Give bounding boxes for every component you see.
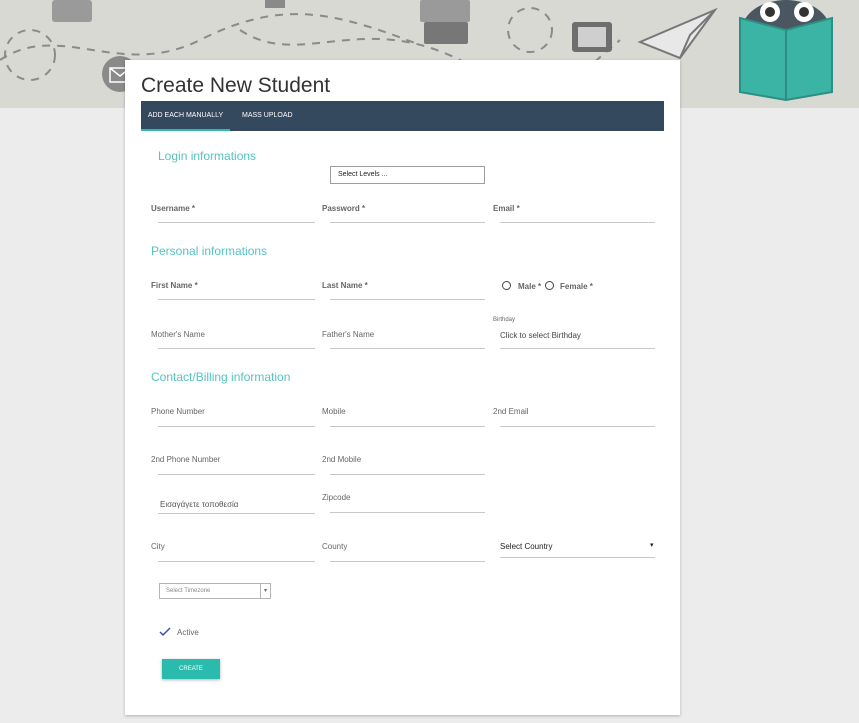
section-login-title: Login informations [158,149,257,163]
phone-input[interactable] [158,426,315,427]
country-select[interactable]: Select Country [500,542,552,551]
password-input[interactable] [330,222,485,223]
zipcode-label: Zipcode [322,493,351,502]
tab-bar: ADD EACH MANUALLY MASS UPLOAD [141,101,664,131]
active-checkbox[interactable] [159,625,171,637]
location-underline [158,513,315,514]
location-input[interactable]: Εισαγάγετε τοποθεσία [160,500,238,509]
last-name-input[interactable] [330,299,485,300]
checkmark-icon [159,627,171,637]
birthday-input[interactable]: Click to select Birthday [500,331,581,340]
fathers-name-label: Father's Name [322,330,375,339]
female-label: Female * [560,282,593,291]
levels-select[interactable]: Select Levels ... [330,166,485,184]
timezone-dropdown-arrow-icon: ▾ [260,584,270,598]
mothers-name-label: Mother's Name [151,330,205,339]
country-underline [500,557,655,558]
second-email-label: 2nd Email [493,407,529,416]
create-button[interactable]: CREATE [162,659,220,679]
county-label: County [322,542,348,551]
mothers-name-input[interactable] [158,348,315,349]
second-mobile-input[interactable] [330,474,485,475]
username-input[interactable] [158,222,315,223]
page-title: Create New Student [141,74,331,97]
active-label: Active [177,628,199,637]
mobile-label: Mobile [322,407,346,416]
birthday-underline [500,348,655,349]
second-mobile-label: 2nd Mobile [322,455,362,464]
country-dropdown-arrow-icon: ▾ [650,542,654,549]
tab-add-each-manually[interactable]: ADD EACH MANUALLY [141,101,230,131]
timezone-select-text: Select Timezone [166,588,211,594]
male-label: Male * [518,282,542,291]
last-name-label: Last Name * [322,281,368,290]
county-input[interactable] [330,561,485,562]
fathers-name-input[interactable] [330,348,485,349]
male-radio[interactable] [502,281,511,290]
password-label: Password * [322,204,366,213]
second-phone-label: 2nd Phone Number [151,455,221,464]
mobile-input[interactable] [330,426,485,427]
first-name-label: First Name * [151,281,198,290]
birthday-label: Birthday [493,317,516,323]
first-name-input[interactable] [158,299,315,300]
city-label: City [151,542,165,551]
create-student-card: Create New Student ADD EACH MANUALLY MAS… [125,60,680,715]
timezone-select[interactable]: Select Timezone ▾ [159,583,271,599]
tab-mass-upload[interactable]: MASS UPLOAD [242,101,293,131]
phone-label: Phone Number [151,407,205,416]
city-input[interactable] [158,561,315,562]
section-personal-title: Personal informations [151,244,268,258]
section-contact-title: Contact/Billing information [151,370,291,384]
email-input[interactable] [500,222,655,223]
email-label: Email * [493,204,520,213]
female-radio[interactable] [545,281,554,290]
second-phone-input[interactable] [158,474,315,475]
zipcode-input[interactable] [330,512,485,513]
username-label: Username * [151,204,196,213]
second-email-input[interactable] [500,426,655,427]
